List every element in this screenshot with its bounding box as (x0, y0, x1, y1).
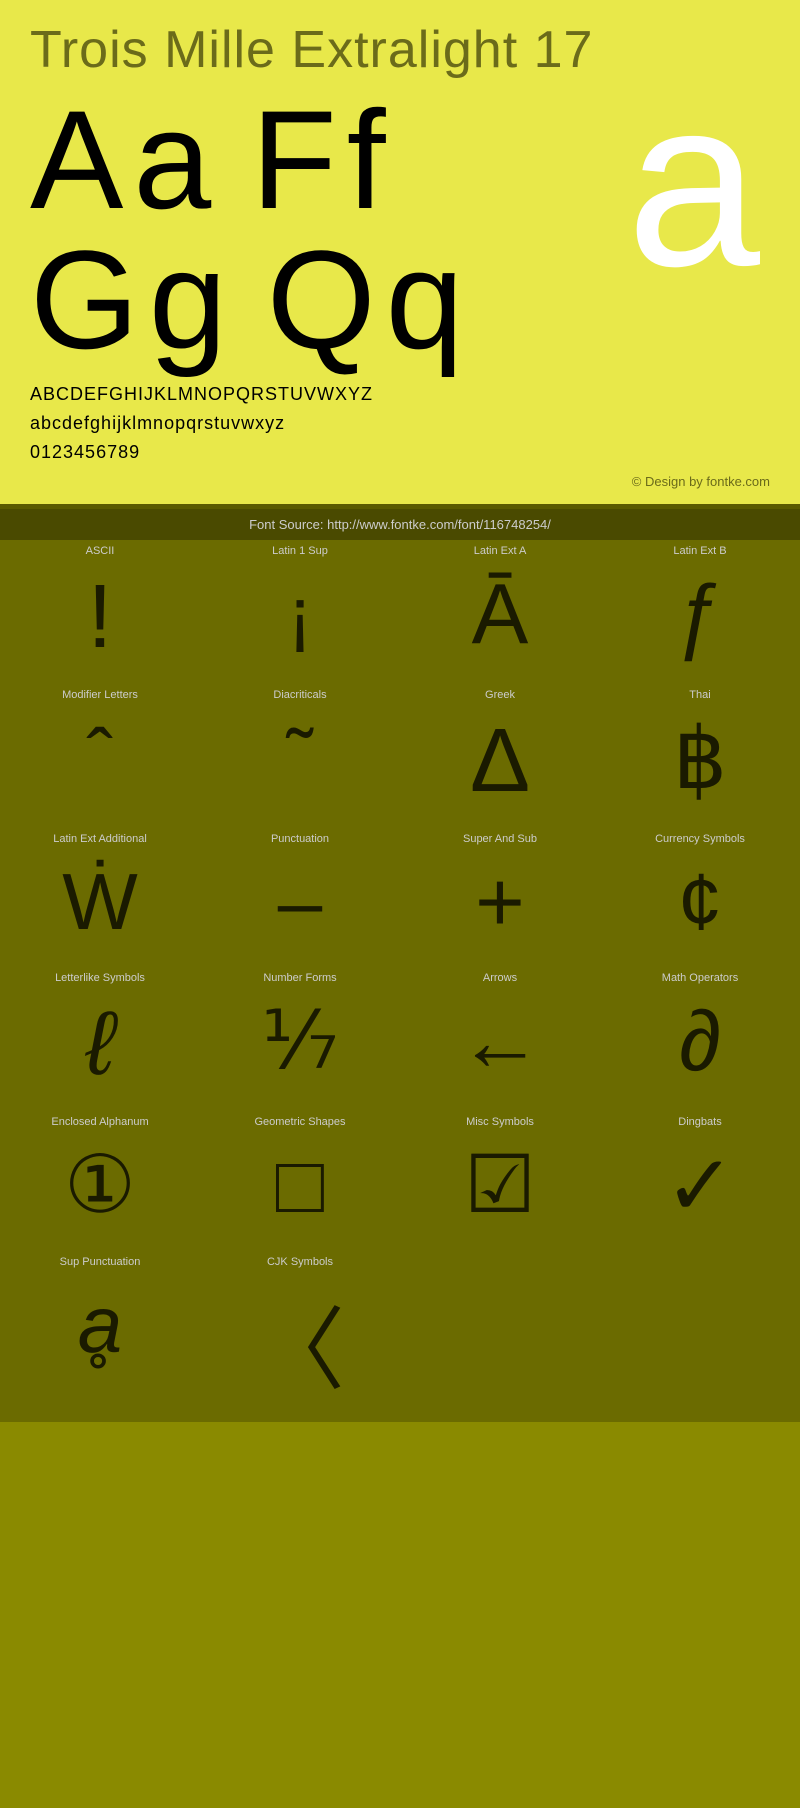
glyph-ascii: ASCII ! (0, 540, 200, 684)
glyph-mathops: Math Operators ∂ (600, 967, 800, 1111)
alphabet-section: ABCDEFGHIJKLMNOPQRSTUVWXYZ abcdefghijklm… (30, 380, 770, 466)
glyph-greek-symbol: Δ (470, 710, 530, 813)
glyph-cjk: CJK Symbols 〈 (200, 1251, 400, 1422)
glyph-arrows-symbol: ← (458, 993, 543, 1091)
glyph-dingbats-label: Dingbats (678, 1116, 721, 1132)
glyph-latinextadd-symbol: Ẇ (62, 854, 138, 949)
glyph-suppunct-label: Sup Punctuation (60, 1256, 141, 1272)
glyph-cjk-symbol: 〈 (255, 1277, 345, 1407)
glyph-suppunct-symbol: ḁ (78, 1277, 123, 1372)
glyph-geoshapes-label: Geometric Shapes (254, 1116, 345, 1132)
glyph-thai-label: Thai (689, 689, 710, 705)
glyph-latinextb-label: Latin Ext B (673, 545, 726, 561)
glyph-numberforms: Number Forms ⅐ (200, 967, 400, 1111)
glyph-letterlike-label: Letterlike Symbols (55, 972, 145, 988)
letter-aa: Aa (30, 90, 221, 230)
glyph-misc-label: Misc Symbols (466, 1116, 534, 1132)
glyph-ascii-label: ASCII (86, 545, 115, 561)
glyph-empty2 (600, 1251, 800, 1422)
glyph-punctuation: Punctuation – (200, 828, 400, 967)
glyph-currency-label: Currency Symbols (655, 833, 745, 849)
glyph-dingbats-symbol: ✓ (664, 1137, 735, 1236)
letter-a-white: a (627, 80, 760, 284)
glyph-enclosed: Enclosed Alphanum ① (0, 1111, 200, 1251)
glyph-currency-symbol: ¢ (678, 854, 723, 949)
lowercase-alphabet: abcdefghijklmnopqrstuvwxyz (30, 409, 770, 438)
credit-line: © Design by fontke.com (30, 474, 770, 489)
font-source: Font Source: http://www.fontke.com/font/… (0, 509, 800, 540)
sample-letters: Aa Ff Gg Qq a (30, 90, 770, 370)
glyph-mathops-label: Math Operators (662, 972, 738, 988)
letter-gg: Gg (30, 230, 237, 370)
glyph-thai: Thai ฿ (600, 684, 800, 828)
glyph-modifier-symbol: ˆ (87, 710, 114, 805)
dark-section: Font Source: http://www.fontke.com/font/… (0, 504, 800, 1422)
glyph-diacriticals: Diacriticals ˜ (200, 684, 400, 828)
glyph-enclosed-symbol: ① (64, 1137, 136, 1232)
glyph-cjk-label: CJK Symbols (267, 1256, 333, 1272)
glyph-latinextadd: Latin Ext Additional Ẇ (0, 828, 200, 967)
glyph-latin1sup-symbol: ¡ (288, 566, 313, 661)
glyph-empty1 (400, 1251, 600, 1422)
glyph-grid: ASCII ! Latin 1 Sup ¡ Latin Ext A Ā Lati… (0, 540, 800, 1422)
glyph-geoshapes-symbol: □ (276, 1137, 324, 1232)
glyph-latin1sup: Latin 1 Sup ¡ (200, 540, 400, 684)
glyph-latin1sup-label: Latin 1 Sup (272, 545, 328, 561)
glyph-letterlike: Letterlike Symbols ℓ (0, 967, 200, 1111)
glyph-arrows-label: Arrows (483, 972, 517, 988)
glyph-punctuation-label: Punctuation (271, 833, 329, 849)
glyph-greek: Greek Δ (400, 684, 600, 828)
glyph-latinextb-symbol: ƒ (676, 566, 723, 664)
glyph-mathops-symbol: ∂ (679, 993, 721, 1091)
glyph-latinexta-symbol: Ā (472, 566, 529, 664)
glyph-geoshapes: Geometric Shapes □ (200, 1111, 400, 1251)
glyph-superandsub: Super And Sub + (400, 828, 600, 967)
glyph-latinextadd-label: Latin Ext Additional (53, 833, 147, 849)
glyph-enclosed-label: Enclosed Alphanum (51, 1116, 148, 1132)
glyph-modifier: Modifier Letters ˆ (0, 684, 200, 828)
digits: 0123456789 (30, 438, 770, 467)
top-section: Trois Mille Extralight 17 Aa Ff Gg Qq a … (0, 0, 800, 504)
glyph-greek-label: Greek (485, 689, 515, 705)
glyph-diacriticals-symbol: ˜ (287, 710, 314, 805)
glyph-latinexta: Latin Ext A Ā (400, 540, 600, 684)
letter-ff: Ff (251, 90, 395, 230)
glyph-latinexta-label: Latin Ext A (474, 545, 527, 561)
glyph-numberforms-label: Number Forms (263, 972, 336, 988)
glyph-misc-symbol: ☑ (464, 1137, 536, 1232)
glyph-suppunct: Sup Punctuation ḁ (0, 1251, 200, 1422)
glyph-ascii-symbol: ! (87, 566, 112, 669)
glyph-superandsub-symbol: + (475, 854, 525, 952)
glyph-diacriticals-label: Diacriticals (273, 689, 326, 705)
glyph-punctuation-symbol: – (278, 854, 323, 949)
uppercase-alphabet: ABCDEFGHIJKLMNOPQRSTUVWXYZ (30, 380, 770, 409)
glyph-currency: Currency Symbols ¢ (600, 828, 800, 967)
glyph-arrows: Arrows ← (400, 967, 600, 1111)
glyph-modifier-label: Modifier Letters (62, 689, 138, 705)
glyph-dingbats: Dingbats ✓ (600, 1111, 800, 1251)
glyph-misc: Misc Symbols ☑ (400, 1111, 600, 1251)
glyph-superandsub-label: Super And Sub (463, 833, 537, 849)
glyph-letterlike-symbol: ℓ (85, 993, 114, 1096)
glyph-numberforms-symbol: ⅐ (261, 993, 339, 1088)
letter-qq: Qq (267, 230, 474, 370)
glyph-latinextb: Latin Ext B ƒ (600, 540, 800, 684)
glyph-thai-symbol: ฿ (673, 710, 727, 809)
